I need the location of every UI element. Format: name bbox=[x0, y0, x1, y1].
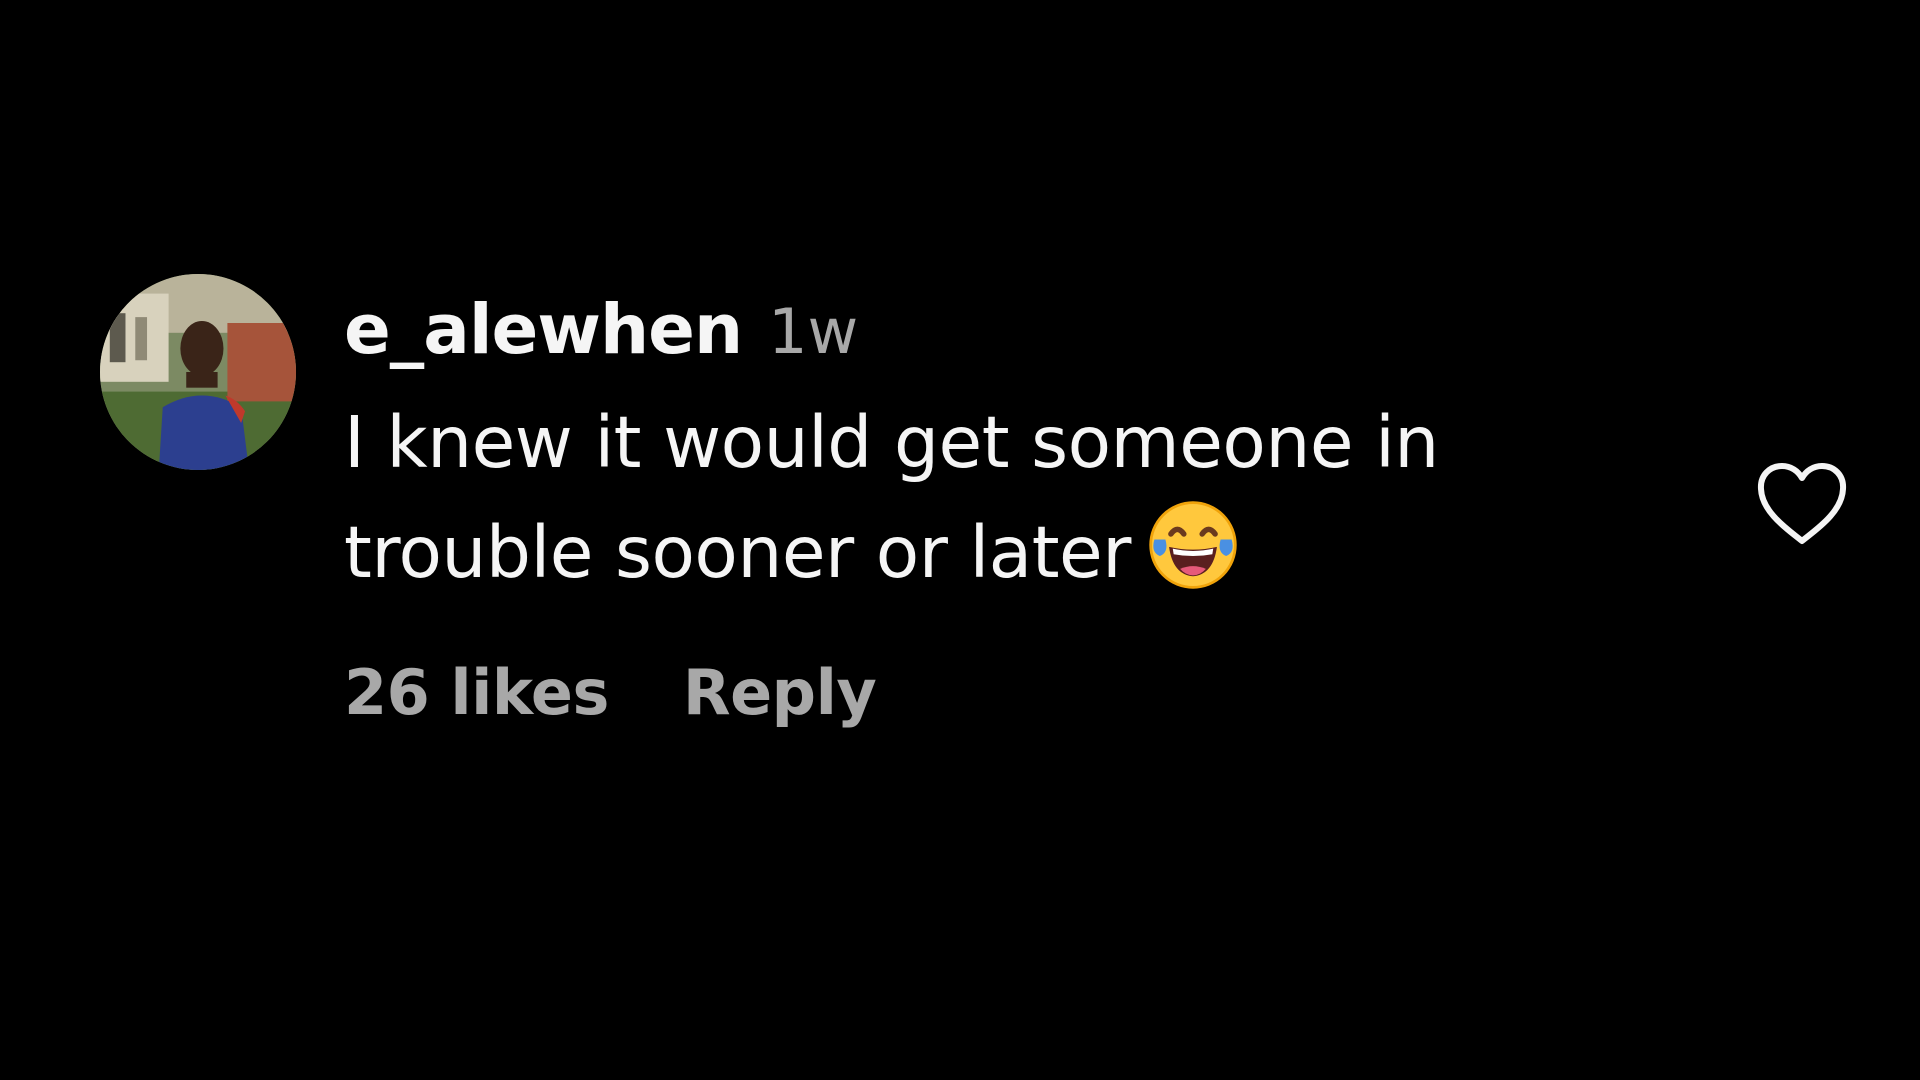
comment-text-line-2-text: trouble sooner or later bbox=[344, 511, 1131, 594]
heart-outline-icon bbox=[1757, 463, 1847, 544]
comment-timestamp[interactable]: 1w bbox=[768, 295, 858, 368]
username-link[interactable]: e_alewhen bbox=[344, 290, 743, 370]
comment-text-line-1: I knew it would get someone in bbox=[344, 401, 1439, 484]
avatar-photo bbox=[100, 274, 296, 470]
comment-text: I knew it would get someone in trouble s… bbox=[344, 388, 1664, 608]
like-button[interactable] bbox=[1754, 458, 1850, 548]
likes-count-button[interactable]: 26 likes bbox=[344, 656, 609, 729]
avatar[interactable] bbox=[100, 274, 296, 470]
face-with-tears-of-joy-icon bbox=[1147, 499, 1239, 591]
reply-button[interactable]: Reply bbox=[683, 656, 877, 729]
comment-text-line-2: trouble sooner or later bbox=[344, 498, 1664, 608]
comment-body: e_alewhen 1w I knew it would get someone… bbox=[344, 290, 1664, 729]
comment-header: e_alewhen 1w bbox=[344, 290, 1664, 386]
comment-actions: 26 likes Reply bbox=[344, 656, 1664, 729]
comment-item: e_alewhen 1w I knew it would get someone… bbox=[0, 0, 1920, 1080]
